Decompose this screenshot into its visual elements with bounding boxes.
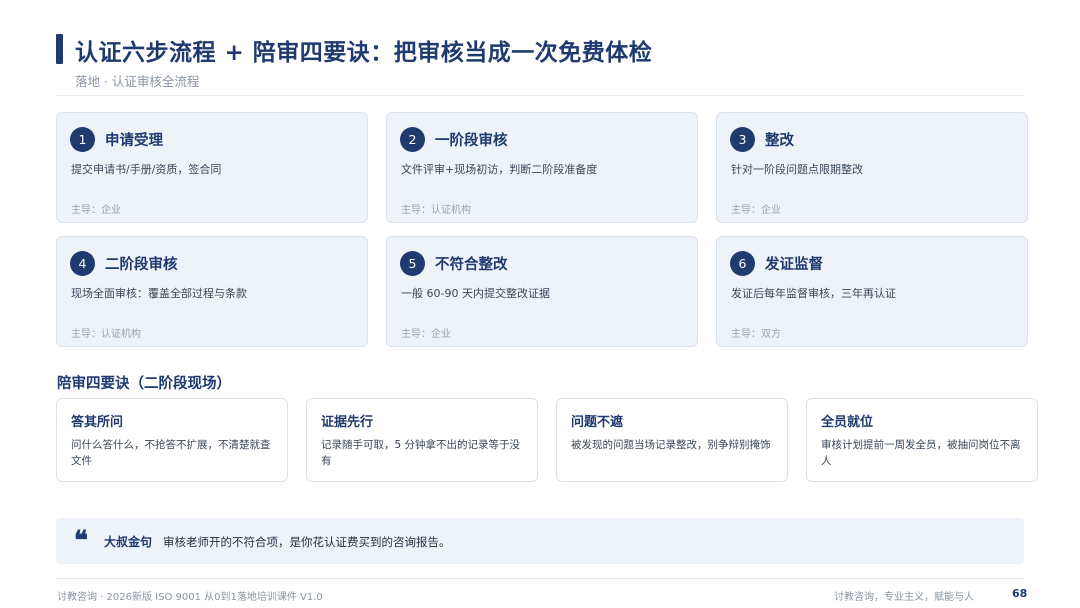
step-title: 发证监督 (765, 257, 823, 273)
step-card-4: 4 二阶段审核 现场全面审核：覆盖全部过程与条款 主导：认证机构 (56, 236, 368, 347)
tips-grid: 答其所问 问什么答什么，不抢答不扩展，不清楚就查文件 证据先行 记录随手可取，5… (56, 398, 1038, 482)
quote-callout: ❝ 大叔金句 审核老师开的不符合项，是你花认证费买到的咨询报告。 (56, 518, 1024, 564)
quote-label: 大叔金句 (104, 535, 153, 549)
tip-card-4: 全员就位 审核计划提前一周发全员，被抽问岗位不离人 (806, 398, 1038, 482)
step-card-1: 1 申请受理 提交申请书/手册/资质，签合同 主导：企业 (56, 112, 368, 223)
tip-title: 证据先行 (321, 415, 374, 430)
step-owner: 主导：认证机构 (401, 205, 471, 216)
step-owner: 主导：双方 (731, 329, 781, 340)
tip-description: 记录随手可取，5 分钟拿不出的记录等于没有 (321, 439, 521, 467)
step-description: 针对一阶段问题点限期整改 (731, 163, 863, 176)
page-number: 68 (1012, 587, 1028, 600)
process-steps-grid: 1 申请受理 提交申请书/手册/资质，签合同 主导：企业 2 一阶段审核 文件评… (56, 112, 1028, 347)
step-number-badge: 5 (400, 251, 425, 276)
step-description: 一般 60-90 天内提交整改证据 (401, 287, 550, 300)
step-description: 文件评审+现场初访，判断二阶段准备度 (401, 163, 598, 176)
tip-card-3: 问题不遮 被发现的问题当场记录整改，别争辩别掩饰 (556, 398, 788, 482)
quote-text: 审核老师开的不符合项，是你花认证费买到的咨询报告。 (163, 535, 451, 549)
step-title: 整改 (765, 133, 794, 149)
tip-card-1: 答其所问 问什么答什么，不抢答不扩展，不清楚就查文件 (56, 398, 288, 482)
step-card-6: 6 发证监督 发证后每年监督审核，三年再认证 主导：双方 (716, 236, 1028, 347)
step-number-badge: 3 (730, 127, 755, 152)
step-title: 一阶段审核 (435, 133, 508, 149)
step-card-5: 5 不符合整改 一般 60-90 天内提交整改证据 主导：企业 (386, 236, 698, 347)
footer-slogan: 讨教咨询，专业主义，赋能与人 (834, 592, 974, 603)
step-owner: 主导：企业 (401, 329, 451, 340)
step-owner: 主导：企业 (71, 205, 121, 216)
tip-description: 审核计划提前一周发全员，被抽问岗位不离人 (821, 439, 1021, 467)
page-title: 认证六步流程 + 陪审四要诀：把审核当成一次免费体检 (75, 40, 653, 66)
step-number-badge: 4 (70, 251, 95, 276)
page-subtitle: 落地 · 认证审核全流程 (75, 74, 200, 89)
step-title: 二阶段审核 (105, 257, 178, 273)
title-accent-bar (56, 34, 63, 64)
tip-title: 问题不遮 (571, 415, 624, 430)
step-owner: 主导：企业 (731, 205, 781, 216)
step-number-badge: 1 (70, 127, 95, 152)
quote-icon: ❝ (74, 526, 88, 556)
step-description: 现场全面审核：覆盖全部过程与条款 (71, 287, 247, 300)
step-owner: 主导：认证机构 (71, 329, 141, 340)
tip-card-2: 证据先行 记录随手可取，5 分钟拿不出的记录等于没有 (306, 398, 538, 482)
tip-description: 问什么答什么，不抢答不扩展，不清楚就查文件 (71, 439, 271, 467)
step-description: 发证后每年监督审核，三年再认证 (731, 287, 896, 300)
step-title: 申请受理 (105, 133, 163, 149)
tip-description: 被发现的问题当场记录整改，别争辩别掩饰 (571, 439, 771, 451)
step-card-2: 2 一阶段审核 文件评审+现场初访，判断二阶段准备度 主导：认证机构 (386, 112, 698, 223)
step-number-badge: 2 (400, 127, 425, 152)
tips-section-title: 陪审四要诀（二阶段现场） (57, 376, 231, 392)
step-description: 提交申请书/手册/资质，签合同 (71, 163, 222, 176)
header-divider (56, 95, 1024, 96)
footer-divider (56, 578, 1024, 579)
step-card-3: 3 整改 针对一阶段问题点限期整改 主导：企业 (716, 112, 1028, 223)
step-number-badge: 6 (730, 251, 755, 276)
step-title: 不符合整改 (435, 257, 508, 273)
tip-title: 答其所问 (71, 415, 124, 430)
footer-course-info: 讨教咨询 · 2026新版 ISO 9001 从0到1落地培训课件 V1.0 (57, 592, 323, 603)
tip-title: 全员就位 (821, 415, 874, 430)
